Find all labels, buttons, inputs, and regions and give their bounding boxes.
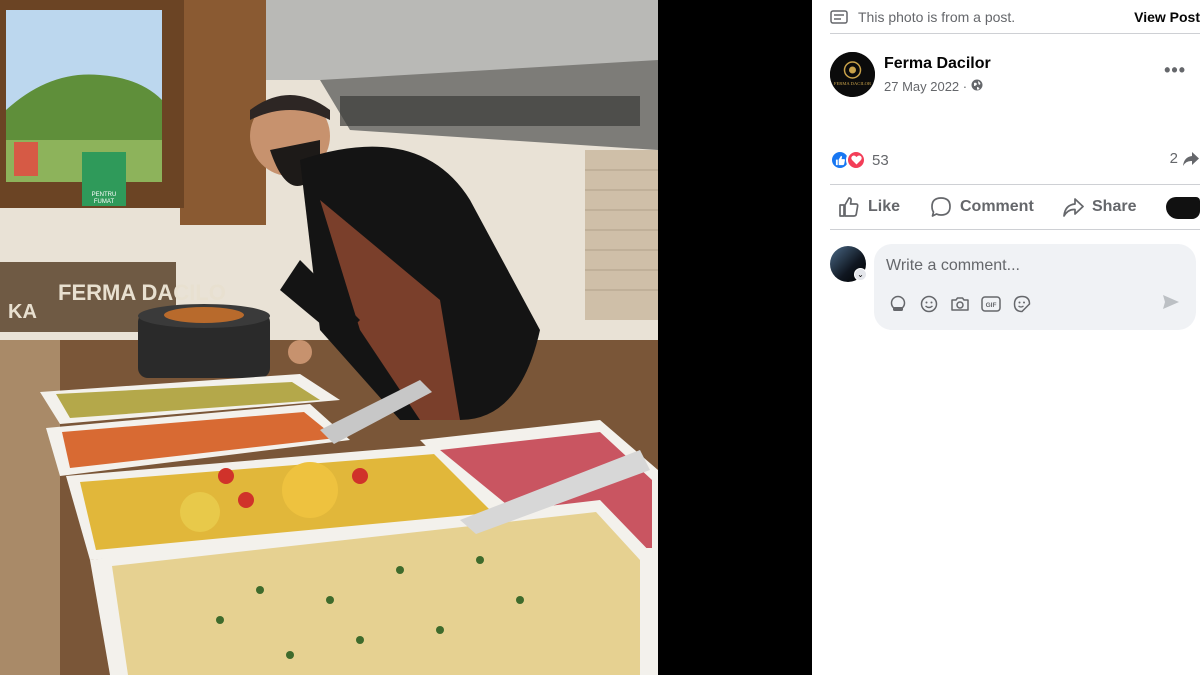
view-post-link[interactable]: View Post bbox=[1134, 9, 1200, 25]
comment-tools: GIF bbox=[888, 294, 1043, 314]
sign-fumat: FUMAT bbox=[94, 199, 115, 205]
globe-icon bbox=[971, 79, 983, 94]
share-button[interactable]: Share bbox=[1062, 196, 1136, 218]
share-icon bbox=[1063, 198, 1084, 217]
author-meta: 27 May 2022 · bbox=[884, 79, 983, 94]
avatar-text: FERMA DACILOR bbox=[834, 81, 872, 86]
comment-button[interactable]: Comment bbox=[930, 196, 1034, 218]
post-date[interactable]: 27 May 2022 · bbox=[884, 79, 967, 94]
sticker-icon[interactable] bbox=[1012, 294, 1032, 314]
photo-viewer: PENTRU FUMAT KA FERMA DACILO This photo … bbox=[0, 0, 1200, 675]
sign-text: FERMA DACILO bbox=[58, 280, 226, 305]
share-label: Share bbox=[1092, 198, 1137, 215]
more-options-icon[interactable]: ••• bbox=[1164, 60, 1186, 81]
share-count-value: 2 bbox=[1169, 150, 1178, 167]
post-panel: This photo is from a post. View Post FER… bbox=[812, 0, 1200, 675]
author-name[interactable]: Ferma Dacilor bbox=[884, 55, 991, 73]
svg-text:GIF: GIF bbox=[986, 302, 997, 309]
sign-line: PENTRU bbox=[92, 192, 117, 198]
share-count[interactable]: 2 bbox=[1170, 150, 1200, 167]
page-avatar[interactable]: FERMA DACILOR bbox=[830, 52, 875, 97]
viewer-gap bbox=[658, 0, 812, 675]
post-author: FERMA DACILOR Ferma Dacilor 27 May 2022 … bbox=[830, 52, 1200, 98]
comment-icon bbox=[931, 197, 951, 217]
thumbs-up-icon bbox=[839, 197, 859, 217]
reaction-count: 53 bbox=[872, 151, 889, 169]
love-reaction-icon bbox=[846, 150, 866, 170]
avatar-sticker-icon[interactable] bbox=[888, 294, 908, 314]
emoji-icon[interactable] bbox=[919, 294, 939, 314]
post-note-text: This photo is from a post. bbox=[858, 8, 1016, 25]
like-label: Like bbox=[868, 198, 901, 215]
sign-prefix: KA bbox=[8, 301, 37, 323]
post-note-icon bbox=[830, 9, 848, 24]
reactions-summary[interactable]: 53 2 bbox=[830, 148, 1200, 172]
share-arrow-icon bbox=[1183, 151, 1199, 166]
chevron-down-icon[interactable]: ⌄ bbox=[854, 268, 867, 281]
comment-label: Comment bbox=[960, 198, 1034, 215]
like-button[interactable]: Like bbox=[838, 196, 900, 218]
camera-icon[interactable] bbox=[950, 294, 970, 314]
send-icon[interactable] bbox=[1162, 294, 1180, 315]
comment-composer: ⌄ GIF bbox=[830, 244, 1200, 334]
post-actions: Like Comment Share bbox=[830, 184, 1200, 230]
redacted-avatar[interactable] bbox=[1166, 197, 1200, 219]
photo-illustration: PENTRU FUMAT KA FERMA DACILO bbox=[0, 0, 658, 675]
post-photo[interactable]: PENTRU FUMAT KA FERMA DACILO bbox=[0, 0, 658, 675]
post-note-bar: This photo is from a post. View Post bbox=[830, 0, 1200, 34]
comment-input[interactable] bbox=[886, 256, 1156, 276]
comment-box[interactable]: GIF bbox=[874, 244, 1196, 330]
gif-icon[interactable]: GIF bbox=[981, 294, 1001, 314]
